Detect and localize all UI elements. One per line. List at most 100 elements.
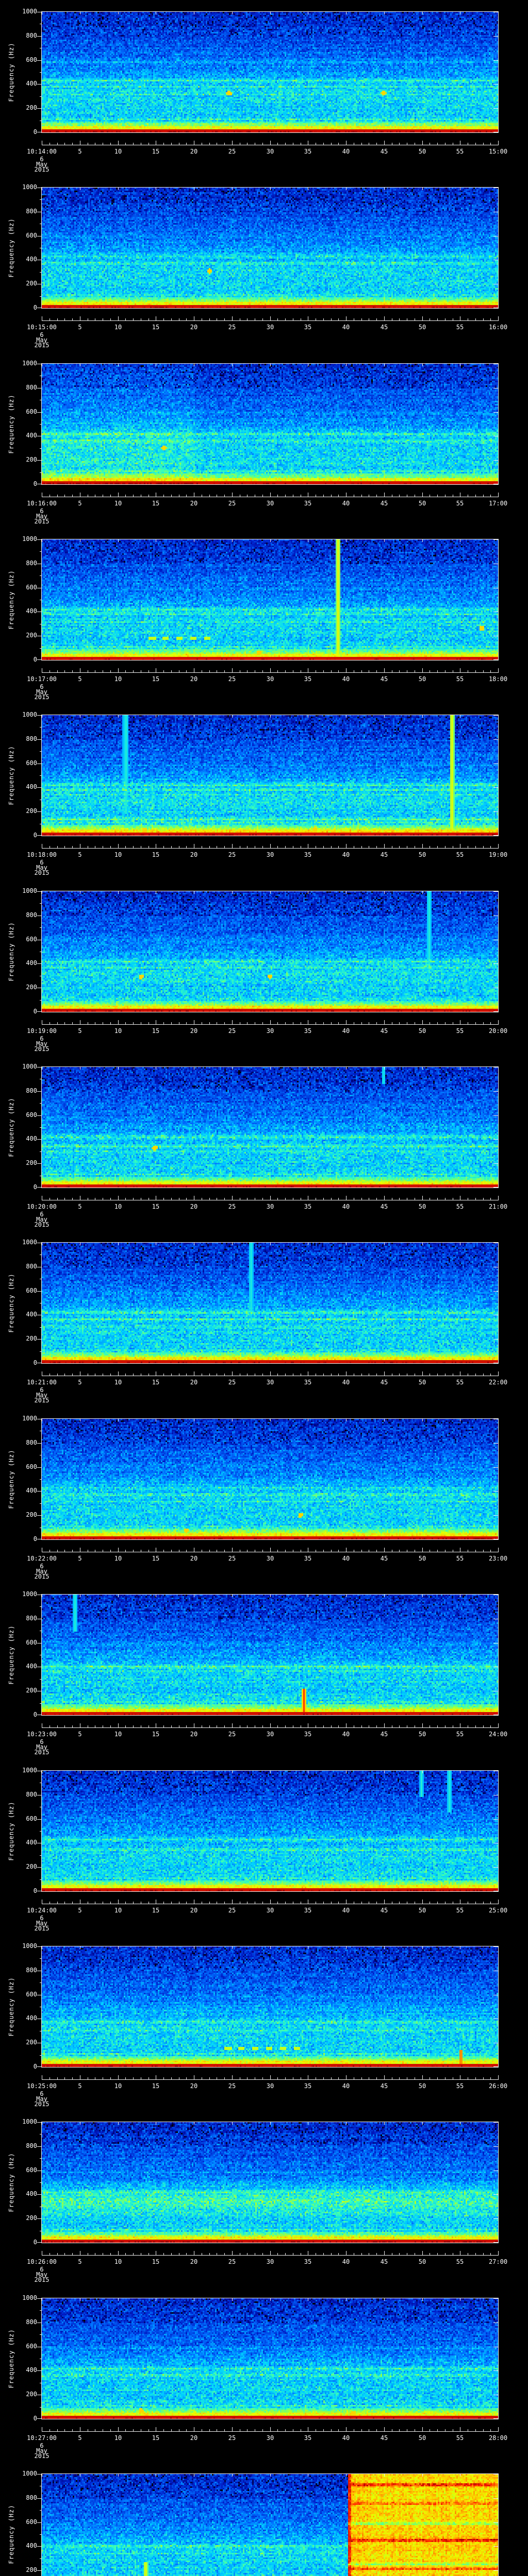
y-tick-label: 0: [33, 832, 37, 839]
axis-tick: [422, 1067, 423, 1070]
x-tick-label: 25: [228, 1379, 236, 1386]
axis-tick: [493, 787, 498, 788]
axis-tick: [270, 12, 271, 14]
x-tick-label: 45: [380, 324, 388, 331]
y-tick-label: 200: [26, 280, 37, 287]
axis-tick: [270, 1067, 271, 1070]
axis-tick: [422, 2251, 423, 2255]
x-tick-label: 40: [342, 1027, 350, 1035]
x-tick-label: 50: [418, 1203, 426, 1210]
panel-start-time-label: 10:18:00: [27, 851, 57, 858]
x-tick-label: 35: [304, 675, 312, 683]
y-tick-label: 1000: [22, 711, 37, 718]
axis-tick: [493, 1139, 498, 1140]
y-axis-title: Frequency (Hz): [8, 1801, 15, 1861]
x-tick-label: 15: [152, 1907, 160, 1914]
spectrogram-panel: Frequency (Hz) 1000 800 600 400 200 0 10…: [0, 528, 528, 703]
axis-tick: [40, 1855, 42, 1856]
axis-tick: [40, 1151, 42, 1152]
axis-tick: [40, 1703, 42, 1704]
axis-tick: [37, 891, 42, 892]
plot-frame: [41, 715, 499, 836]
axis-tick: [232, 2298, 233, 2301]
plot-frame: [41, 2298, 499, 2419]
axis-tick: [118, 1067, 119, 1070]
axis-tick: [422, 668, 423, 672]
x-tick-label: 30: [266, 2082, 274, 2090]
x-tick-label: 15: [152, 851, 160, 858]
axis-tick: [493, 2122, 498, 2123]
date-year-label: 2015: [34, 342, 50, 349]
axis-tick: [118, 1900, 119, 1904]
axis-tick: [232, 1371, 233, 1376]
axis-tick: [118, 715, 119, 718]
y-tick-label: 200: [26, 456, 37, 463]
axis-tick: [498, 316, 499, 320]
axis-tick: [422, 891, 423, 894]
axis-tick: [384, 1771, 385, 1773]
axis-tick: [37, 2498, 42, 2499]
axis-tick: [40, 1103, 42, 1104]
panel-start-time-label: 10:23:00: [27, 1731, 57, 1738]
panel-start-time-label: 10:15:00: [27, 324, 57, 331]
axis-tick: [493, 2194, 498, 2195]
y-tick-label: 600: [26, 584, 37, 591]
plot-frame: [41, 1594, 499, 1716]
axis-tick: [118, 2474, 119, 2477]
axis-tick: [270, 364, 271, 366]
panel-end-time-label: 19:00: [488, 851, 508, 858]
axis-tick: [422, 2298, 423, 2301]
date-year-label: 2015: [34, 1573, 50, 1580]
plot-frame: [41, 1066, 499, 1188]
panel-start-time-label: 10:14:00: [27, 148, 57, 155]
axis-tick: [493, 2066, 498, 2067]
panel-start-time-label: 10:16:00: [27, 500, 57, 507]
y-tick-label: 400: [26, 1487, 37, 1494]
axis-tick: [37, 1443, 42, 1444]
axis-tick: [37, 1819, 42, 1820]
y-tick-label: 1000: [22, 360, 37, 367]
x-tick-label: 45: [380, 148, 388, 155]
y-tick-label: 0: [33, 1711, 37, 1718]
x-tick-label: 5: [78, 324, 82, 331]
axis-tick: [118, 2122, 119, 2125]
x-tick-label: 20: [190, 1731, 198, 1738]
axis-tick: [37, 2242, 42, 2243]
x-tick-label: 40: [342, 2434, 350, 2442]
y-axis-title: Frequency (Hz): [8, 394, 15, 454]
x-tick-label: 50: [418, 1731, 426, 1738]
axis-tick: [493, 2418, 498, 2419]
plot-frame: [41, 2473, 499, 2576]
axis-tick: [384, 1419, 385, 1421]
x-tick-label: 40: [342, 1203, 350, 1210]
axis-tick: [40, 1606, 42, 1607]
axis-tick: [493, 1091, 498, 1092]
y-tick-label: 1000: [22, 1590, 37, 1598]
axis-tick: [384, 1243, 385, 1245]
axis-tick: [422, 1020, 423, 1024]
x-tick-label: 45: [380, 1731, 388, 1738]
axis-tick: [232, 1771, 233, 1773]
y-tick-label: 0: [33, 2239, 37, 2246]
axis-tick: [384, 364, 385, 366]
axis-tick: [232, 1595, 233, 1597]
axis-tick: [40, 272, 42, 273]
x-tick-label: 50: [418, 148, 426, 155]
x-tick-label: 45: [380, 1379, 388, 1386]
axis-tick: [40, 2158, 42, 2159]
y-tick-label: 800: [26, 2142, 37, 2149]
y-tick-label: 200: [26, 2391, 37, 2398]
x-tick-label: 30: [266, 1731, 274, 1738]
x-tick-label: 10: [114, 1379, 122, 1386]
axis-tick: [384, 1946, 385, 1949]
x-tick-label: 45: [380, 2258, 388, 2265]
x-tick-label: 20: [190, 1555, 198, 1562]
axis-tick: [498, 844, 499, 848]
axis-tick: [40, 1982, 42, 1984]
x-tick-label: 50: [418, 1555, 426, 1562]
date-year-label: 2015: [34, 1045, 50, 1053]
axis-tick: [498, 891, 499, 894]
y-tick-label: 600: [26, 408, 37, 415]
axis-tick: [232, 2427, 233, 2431]
y-tick-label: 200: [26, 2566, 37, 2573]
